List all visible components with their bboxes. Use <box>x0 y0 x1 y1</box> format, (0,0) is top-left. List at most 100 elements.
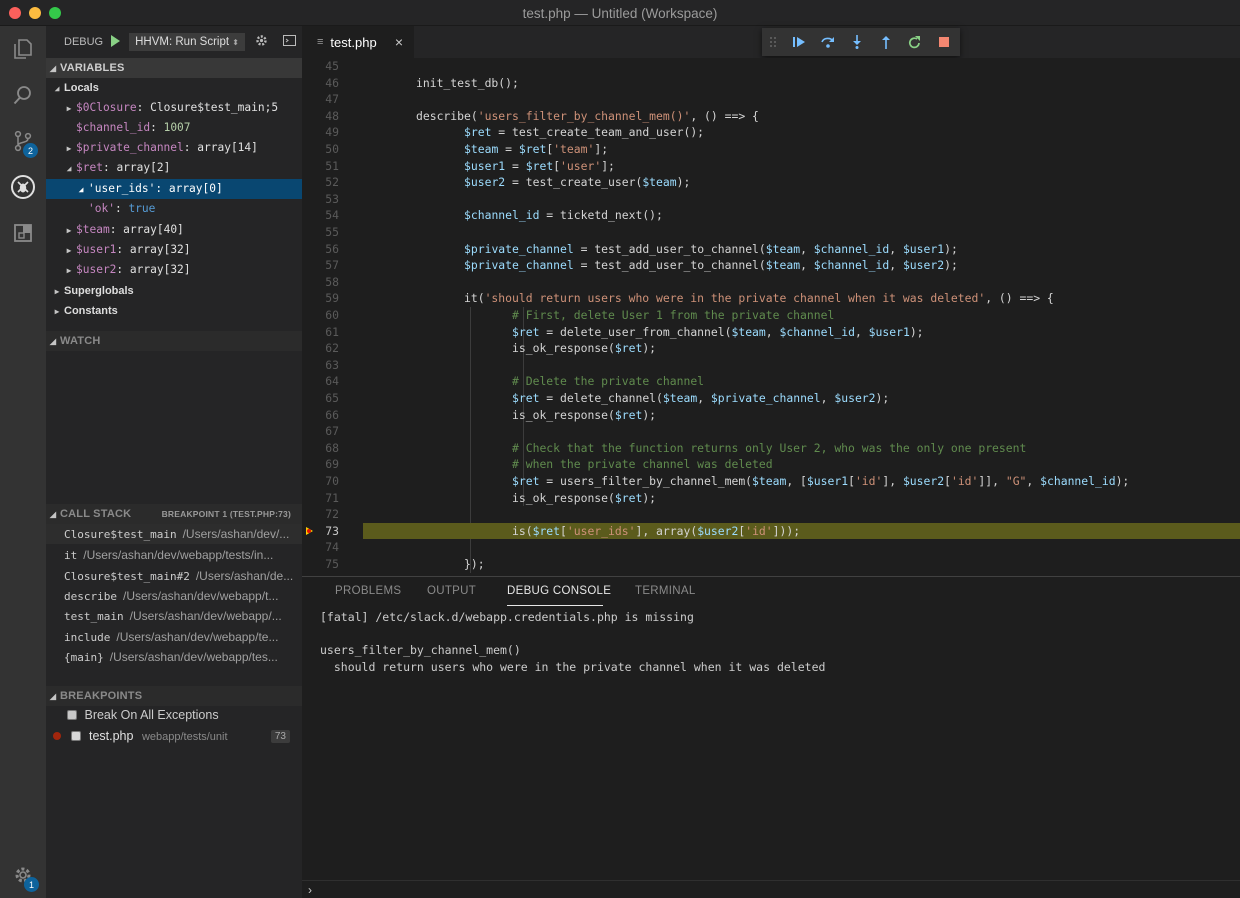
code-line[interactable]: 70 $ret = users_filter_by_channel_mem($t… <box>302 473 1240 490</box>
console-input[interactable]: › <box>302 880 1240 898</box>
code-line[interactable]: 61 $ret = delete_user_from_channel($team… <box>302 324 1240 341</box>
variable-row[interactable]: 'ok': true <box>46 199 302 219</box>
code-line[interactable]: 50 $team = $ret['team']; <box>302 141 1240 158</box>
tab-debug-console[interactable]: DEBUG CONSOLE <box>507 585 611 597</box>
code-line[interactable]: 60 # First, delete User 1 from the priva… <box>302 307 1240 324</box>
variable-row[interactable]: ▶ $team: array[40] <box>46 220 302 240</box>
extensions-button[interactable] <box>0 210 46 256</box>
code-line[interactable]: 51 $user1 = $ret['user']; <box>302 158 1240 175</box>
step-over-button[interactable] <box>813 28 842 56</box>
breakpoint-checkbox[interactable] <box>71 731 82 741</box>
code-line[interactable]: 71 is_ok_response($ret); <box>302 490 1240 507</box>
code-line[interactable]: 53 <box>302 191 1240 208</box>
code-line[interactable]: 64 # Delete the private channel <box>302 373 1240 390</box>
exceptions-checkbox[interactable] <box>67 710 77 720</box>
line-number[interactable]: 50 <box>302 141 339 158</box>
debug-view-button[interactable] <box>0 164 46 210</box>
code-line[interactable]: 48 describe('users_filter_by_channel_mem(… <box>302 108 1240 125</box>
drag-handle-icon[interactable] <box>762 28 784 56</box>
tab-terminal[interactable]: TERMINAL <box>635 585 696 597</box>
tab-close-icon[interactable]: × <box>395 34 403 50</box>
variable-row[interactable]: ▶ $user2: array[32] <box>46 260 302 280</box>
stack-frame[interactable]: Closure$test_main/Users/ashan/dev/... <box>46 524 302 544</box>
line-number[interactable]: 62 <box>302 340 339 357</box>
code-editor[interactable]: 45 46 init_test_db(); 47 48 describe('users_f… <box>302 58 1240 576</box>
step-into-button[interactable] <box>842 28 871 56</box>
code-line[interactable]: 62 is_ok_response($ret); <box>302 340 1240 357</box>
code-line[interactable]: 72 <box>302 506 1240 523</box>
line-number[interactable]: 54 <box>302 207 339 224</box>
breakpoint-exceptions-row[interactable]: Break On All Exceptions <box>46 705 302 726</box>
line-number[interactable]: 71 <box>302 490 339 507</box>
code-line[interactable]: 68 # Check that the function returns onl… <box>302 440 1240 457</box>
line-number[interactable]: 67 <box>302 423 339 440</box>
stack-frame[interactable]: test_main/Users/ashan/dev/webapp/... <box>46 606 302 626</box>
scope-constants[interactable]: ▶ Constants <box>46 301 302 321</box>
code-line[interactable]: 74 <box>302 539 1240 556</box>
code-line[interactable]: 65 $ret = delete_channel($team, $private… <box>302 390 1240 407</box>
search-view-button[interactable] <box>0 72 46 118</box>
stack-frame[interactable]: include/Users/ashan/dev/webapp/te... <box>46 627 302 647</box>
line-number[interactable]: 73 <box>302 523 339 540</box>
variables-header[interactable]: ◢ VARIABLES <box>46 58 302 78</box>
line-number[interactable]: 65 <box>302 390 339 407</box>
code-line[interactable]: 47 <box>302 91 1240 108</box>
line-number[interactable]: 61 <box>302 324 339 341</box>
line-number[interactable]: 69 <box>302 456 339 473</box>
variable-row[interactable]: ▶ $0Closure: Closure$test_main;5 <box>46 98 302 118</box>
code-line[interactable]: 56 $private_channel = test_add_user_to_c… <box>302 241 1240 258</box>
scope-locals[interactable]: ◢ Locals <box>46 78 302 98</box>
line-number[interactable]: 47 <box>302 91 339 108</box>
stack-frame[interactable]: describe/Users/ashan/dev/webapp/t... <box>46 586 302 606</box>
line-number[interactable]: 63 <box>302 357 339 374</box>
line-number[interactable]: 51 <box>302 158 339 175</box>
line-number[interactable]: 75 <box>302 556 339 573</box>
line-number[interactable]: 59 <box>302 290 339 307</box>
code-line[interactable]: 59 it('should return users who were in t… <box>302 290 1240 307</box>
code-line[interactable]: 63 <box>302 357 1240 374</box>
line-number[interactable]: 58 <box>302 274 339 291</box>
line-number[interactable]: 46 <box>302 75 339 92</box>
code-line[interactable]: 66 is_ok_response($ret); <box>302 407 1240 424</box>
stop-button[interactable] <box>929 28 958 56</box>
variable-row[interactable]: $channel_id: 1007 <box>46 118 302 138</box>
breakpoints-header[interactable]: ◢ BREAKPOINTS <box>46 686 302 706</box>
line-number[interactable]: 66 <box>302 407 339 424</box>
code-line[interactable]: 55 <box>302 224 1240 241</box>
code-line[interactable]: 52 $user2 = test_create_user($team); <box>302 174 1240 191</box>
stack-frame[interactable]: it/Users/ashan/dev/webapp/tests/in... <box>46 545 302 565</box>
current-code-line[interactable]: 73 is($ret['user_ids'], array($user2['id… <box>302 522 1240 540</box>
watch-header[interactable]: ◢ WATCH <box>46 331 302 351</box>
stack-frame[interactable]: {main} /Users/ashan/dev/webapp/tes... <box>46 647 302 667</box>
scope-superglobals[interactable]: ▶ Superglobals <box>46 281 302 301</box>
tab-output[interactable]: OUTPUT <box>427 585 476 597</box>
stack-frame[interactable]: Closure$test_main#2/Users/ashan/de... <box>46 566 302 586</box>
line-number[interactable]: 57 <box>302 257 339 274</box>
code-line[interactable]: 69 # when the private channel was delete… <box>302 456 1240 473</box>
step-out-button[interactable] <box>871 28 900 56</box>
explorer-button[interactable] <box>0 26 46 72</box>
line-number[interactable]: 72 <box>302 506 339 523</box>
line-number[interactable]: 56 <box>302 241 339 258</box>
line-number[interactable]: 49 <box>302 124 339 141</box>
restart-button[interactable] <box>900 28 929 56</box>
manage-button[interactable]: 1 <box>0 852 46 898</box>
tab-problems[interactable]: PROBLEMS <box>335 585 401 597</box>
code-line[interactable]: 75 }); <box>302 556 1240 573</box>
variable-row[interactable]: ◢ $ret: array[2] <box>46 158 302 178</box>
line-number[interactable]: 60 <box>302 307 339 324</box>
debug-settings-button[interactable] <box>255 34 268 50</box>
code-line[interactable]: 54 $channel_id = ticketd_next(); <box>302 207 1240 224</box>
tab-test-php[interactable]: ≡ test.php × <box>302 26 414 58</box>
code-line[interactable]: 46 init_test_db(); <box>302 75 1240 92</box>
debug-config-select[interactable]: HHVM: Run Script ⬍ <box>129 33 245 51</box>
line-number[interactable]: 45 <box>302 58 339 75</box>
code-line[interactable]: 49 $ret = test_create_team_and_user(); <box>302 124 1240 141</box>
variable-row-selected[interactable]: ◢'user_ids': array[0] <box>46 179 302 199</box>
code-line[interactable]: 67 <box>302 423 1240 440</box>
line-number[interactable]: 70 <box>302 473 339 490</box>
line-number[interactable]: 74 <box>302 539 339 556</box>
line-number[interactable]: 53 <box>302 191 339 208</box>
breakpoint-row[interactable]: test.php webapp/tests/unit 73 <box>46 726 302 747</box>
line-number[interactable]: 48 <box>302 108 339 125</box>
